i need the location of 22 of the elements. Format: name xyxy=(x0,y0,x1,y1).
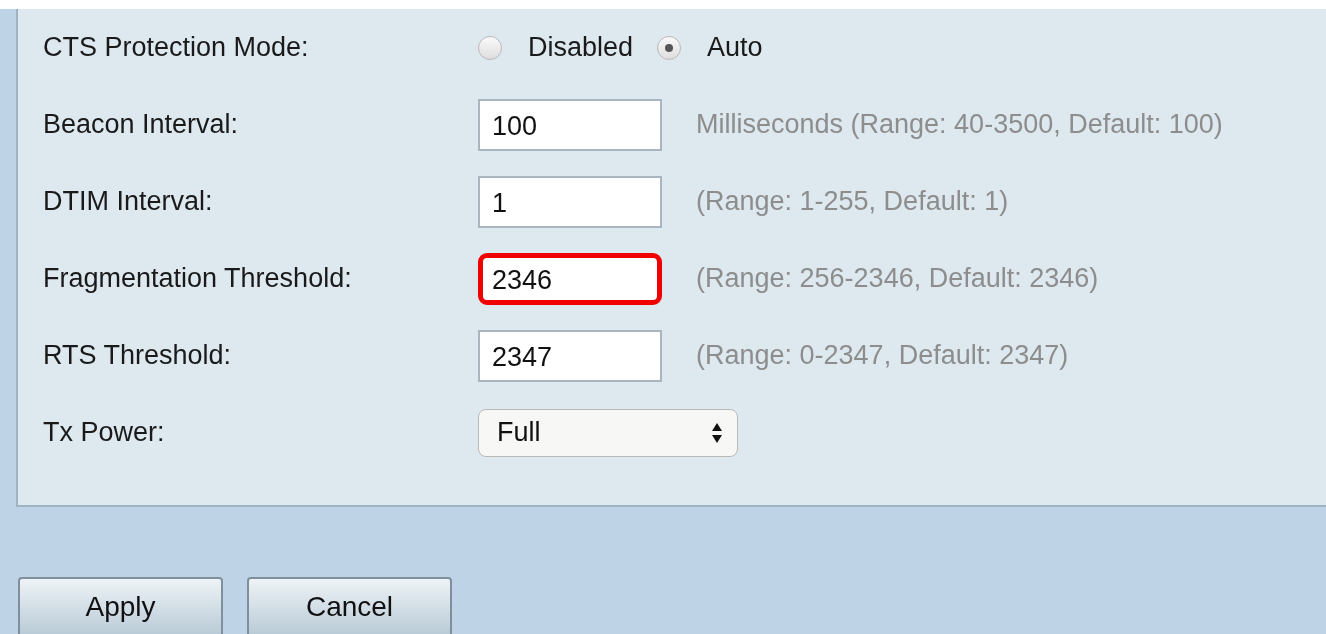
hint-text: (Range: 1-255, Default: 1) xyxy=(696,186,1009,217)
hint-text: (Range: 256-2346, Default: 2346) xyxy=(696,263,1099,294)
radio-label[interactable]: Disabled xyxy=(528,32,634,63)
field-label: Tx Power: xyxy=(43,417,166,448)
input-field[interactable]: 1 xyxy=(478,175,662,228)
hint-text: Milliseconds (Range: 40-3500, Default: 100) xyxy=(696,109,1223,140)
dropdown[interactable]: Full xyxy=(478,408,738,457)
updown-arrows-icon xyxy=(711,421,723,444)
radio-button[interactable] xyxy=(478,35,502,60)
hint-text: (Range: 0-2347, Default: 2347) xyxy=(696,340,1069,371)
radio-button[interactable] xyxy=(657,35,682,60)
cancel-button[interactable]: Cancel xyxy=(247,577,452,634)
field-label: Fragmentation Threshold: xyxy=(43,263,353,294)
field-label: DTIM Interval: xyxy=(43,186,214,217)
field-label: Beacon Interval: xyxy=(43,109,240,140)
input-field[interactable]: 2347 xyxy=(478,329,662,382)
input-field[interactable]: 100 xyxy=(478,98,662,151)
radio-label[interactable]: Auto xyxy=(707,32,763,63)
apply-button[interactable]: Apply xyxy=(18,577,223,634)
field-label: RTS Threshold: xyxy=(43,340,233,371)
input-field[interactable]: 2346 xyxy=(478,252,662,305)
field-label: CTS Protection Mode: xyxy=(43,32,310,63)
